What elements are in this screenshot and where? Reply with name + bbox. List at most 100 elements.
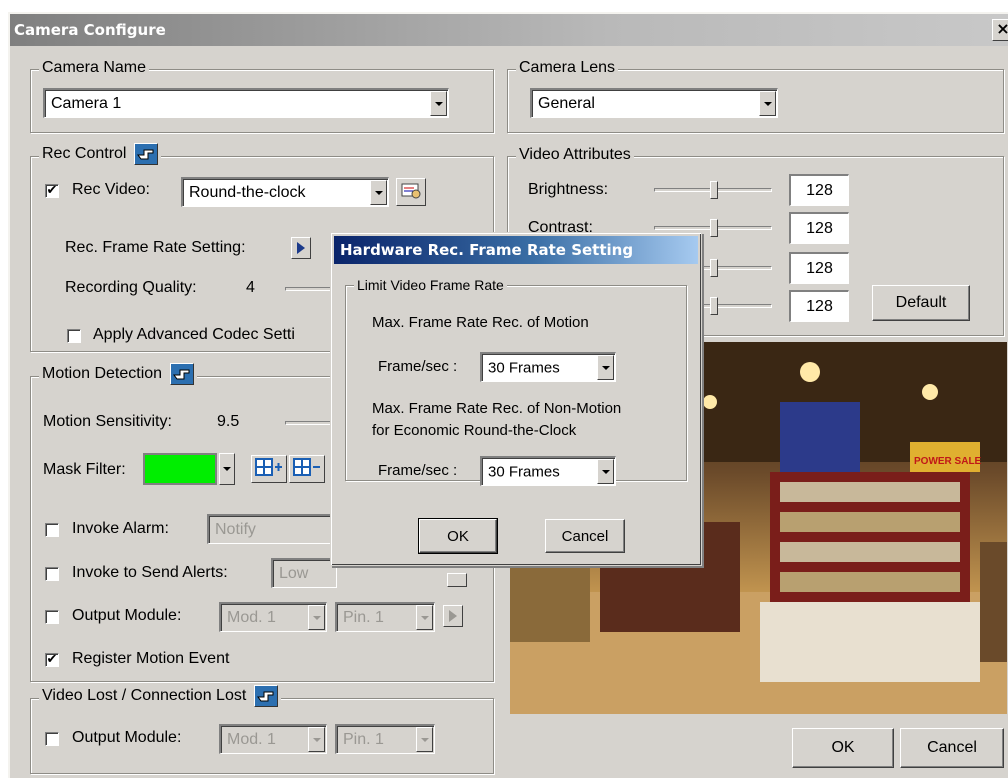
output-pin-value: Pin. 1 xyxy=(343,608,384,626)
camera-lens-select[interactable]: General xyxy=(530,88,778,118)
output-module-select[interactable]: Mod. 1 xyxy=(219,602,327,632)
camera-name-group: Camera Name Camera 1 xyxy=(30,59,494,133)
nonmotion-fps-value: 30 Frames xyxy=(488,463,560,480)
saturation-value[interactable]: 128 xyxy=(789,252,849,284)
motion-rate-heading: Max. Frame Rate Rec. of Motion xyxy=(372,314,589,331)
nonmotion-heading-line2: for Economic Round-the-Clock xyxy=(372,422,577,439)
dialog-ok-button[interactable]: OK xyxy=(418,518,498,554)
motion-fps-select[interactable]: 30 Frames xyxy=(480,352,616,382)
camera-lens-group: Camera Lens General xyxy=(507,59,1004,133)
limit-frame-rate-group: Limit Video Frame Rate Max. Frame Rate R… xyxy=(345,277,687,486)
recording-quality-value: 4 xyxy=(246,279,255,296)
video-lost-label: Video Lost / Connection Lost xyxy=(42,687,247,704)
chevron-down-icon[interactable] xyxy=(416,727,433,752)
camera-lens-value: General xyxy=(538,94,595,112)
dialog-cancel-button[interactable]: Cancel xyxy=(545,519,625,553)
frame-rate-setting-button[interactable] xyxy=(291,237,311,259)
motion-fps-value: 30 Frames xyxy=(488,359,560,376)
brightness-value[interactable]: 128 xyxy=(789,174,849,206)
chevron-down-icon[interactable] xyxy=(430,91,447,116)
brightness-thumb[interactable] xyxy=(710,181,718,199)
chevron-down-icon[interactable] xyxy=(416,605,433,630)
video-lost-pin-select[interactable]: Pin. 1 xyxy=(335,724,435,754)
frame-rate-setting-label: Rec. Frame Rate Setting: xyxy=(65,239,246,256)
chevron-down-icon[interactable] xyxy=(597,355,614,380)
close-button[interactable]: × xyxy=(992,19,1008,41)
video-lost-output-value: Mod. 1 xyxy=(227,730,276,748)
title-bar[interactable]: Camera Configure × xyxy=(10,14,1008,46)
camera-name-select[interactable]: Camera 1 xyxy=(43,88,449,118)
motion-detection-label: Motion Detection xyxy=(42,365,163,382)
cancel-button[interactable]: Cancel xyxy=(900,728,1004,768)
advanced-codec-label: Apply Advanced Codec Setti xyxy=(93,326,295,343)
nonmotion-heading-line1: Max. Frame Rate Rec. of Non-Motion xyxy=(372,400,622,417)
register-motion-label: Register Motion Event xyxy=(72,650,230,667)
output-pin-select[interactable]: Pin. 1 xyxy=(335,602,435,632)
hue-value[interactable]: 128 xyxy=(789,290,849,322)
recording-quality-label: Recording Quality: xyxy=(65,279,197,296)
output-module-label: Output Module: xyxy=(72,607,182,624)
grid-plus-icon xyxy=(255,457,283,482)
invoke-alarm-select[interactable]: Notify xyxy=(207,514,337,544)
rec-video-select[interactable]: Round-the-clock xyxy=(181,177,389,207)
send-alerts-arrow-button[interactable] xyxy=(447,573,467,587)
video-lost-output-checkbox[interactable] xyxy=(45,732,59,746)
output-module-play-button[interactable] xyxy=(443,605,463,627)
invoke-alarm-label: Invoke Alarm: xyxy=(72,520,169,537)
limit-frame-rate-label: Limit Video Frame Rate xyxy=(357,277,504,293)
send-alerts-checkbox[interactable] xyxy=(45,567,59,581)
video-lost-pin-value: Pin. 1 xyxy=(343,730,384,748)
rec-video-value: Round-the-clock xyxy=(189,183,306,201)
output-module-checkbox[interactable] xyxy=(45,610,59,624)
mask-color-swatch[interactable] xyxy=(143,453,217,485)
add-mask-button[interactable] xyxy=(251,455,287,483)
chevron-down-icon[interactable] xyxy=(759,91,776,116)
pointing-hand-icon[interactable] xyxy=(134,143,159,165)
send-alerts-select[interactable]: Low xyxy=(271,558,337,588)
nonmotion-fps-label: Frame/sec : xyxy=(378,462,458,479)
camera-lens-label: Camera Lens xyxy=(519,59,616,76)
rec-video-label: Rec Video: xyxy=(72,181,150,198)
schedule-icon xyxy=(400,181,422,204)
video-attributes-label: Video Attributes xyxy=(519,146,631,163)
motion-fps-label: Frame/sec : xyxy=(378,358,458,375)
register-motion-checkbox[interactable]: ✔ xyxy=(45,653,59,667)
rec-control-label: Rec Control xyxy=(42,145,127,162)
output-module-value: Mod. 1 xyxy=(227,608,276,626)
invoke-alarm-checkbox[interactable] xyxy=(45,523,59,537)
rec-video-checkbox[interactable]: ✔ xyxy=(45,184,59,198)
dialog-title[interactable]: Hardware Rec. Frame Rate Setting xyxy=(334,236,698,264)
hue-thumb[interactable] xyxy=(710,297,718,315)
frame-rate-dialog: Hardware Rec. Frame Rate Setting Limit V… xyxy=(330,232,702,566)
camera-name-value: Camera 1 xyxy=(51,94,122,112)
contrast-value[interactable]: 128 xyxy=(789,212,849,244)
play-arrow-icon xyxy=(297,242,305,254)
contrast-thumb[interactable] xyxy=(710,219,718,237)
mask-color-dropdown[interactable] xyxy=(219,453,235,485)
video-lost-group: Video Lost / Connection Lost Output Modu… xyxy=(30,685,494,774)
camera-name-label: Camera Name xyxy=(42,59,147,76)
nonmotion-fps-select[interactable]: 30 Frames xyxy=(480,456,616,486)
play-arrow-icon xyxy=(449,610,457,622)
motion-sensitivity-label: Motion Sensitivity: xyxy=(43,413,172,430)
ok-button[interactable]: OK xyxy=(792,728,894,768)
invoke-alarm-value: Notify xyxy=(215,520,256,538)
preview-sign-text: POWER SALE xyxy=(914,456,982,467)
send-alerts-label: Invoke to Send Alerts: xyxy=(72,564,228,581)
send-alerts-value: Low xyxy=(279,564,309,582)
window-title: Camera Configure xyxy=(14,21,166,39)
pointing-hand-icon[interactable] xyxy=(170,363,195,385)
saturation-thumb[interactable] xyxy=(710,259,718,277)
chevron-down-icon[interactable] xyxy=(308,727,325,752)
schedule-button[interactable] xyxy=(396,178,426,206)
chevron-down-icon[interactable] xyxy=(308,605,325,630)
chevron-down-icon[interactable] xyxy=(597,459,614,484)
default-button[interactable]: Default xyxy=(872,285,970,321)
remove-mask-button[interactable] xyxy=(289,455,325,483)
video-lost-output-select[interactable]: Mod. 1 xyxy=(219,724,327,754)
advanced-codec-checkbox[interactable] xyxy=(67,329,81,343)
chevron-down-icon xyxy=(223,467,231,471)
grid-minus-icon xyxy=(293,457,321,482)
chevron-down-icon[interactable] xyxy=(370,180,387,205)
pointing-hand-icon[interactable] xyxy=(254,685,279,707)
